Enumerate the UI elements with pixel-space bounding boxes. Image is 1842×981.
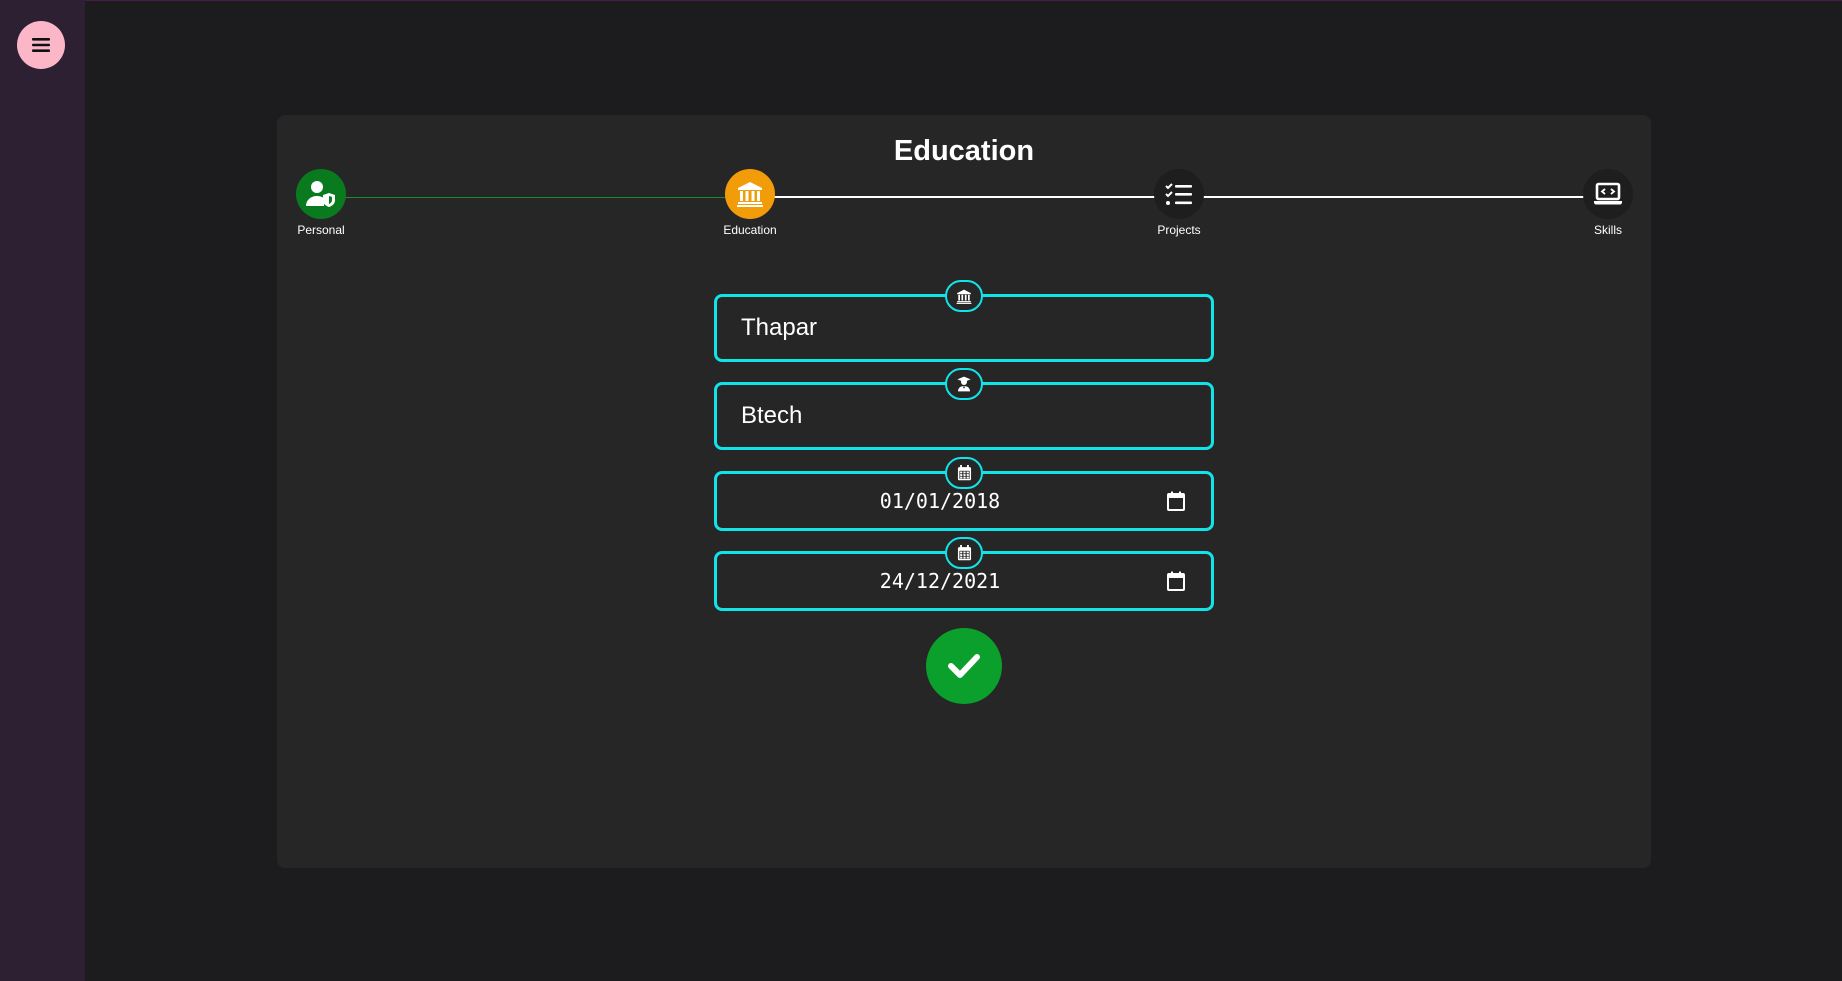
stepper-line-pending-2 bbox=[1179, 196, 1599, 198]
graduate-icon bbox=[957, 376, 971, 392]
page-title: Education bbox=[893, 135, 1035, 167]
start-date-picker-button[interactable] bbox=[1165, 490, 1187, 512]
menu-button[interactable] bbox=[17, 21, 65, 69]
sidebar bbox=[0, 0, 85, 981]
step-label-personal: Personal bbox=[297, 223, 345, 237]
start-date-value[interactable]: 01/01/2018 bbox=[717, 474, 1163, 528]
step-label-education: Education bbox=[723, 223, 777, 237]
end-date-picker-button[interactable] bbox=[1165, 570, 1187, 592]
end-date-field[interactable]: 24/12/2021 bbox=[714, 537, 1214, 611]
step-label-projects: Projects bbox=[1157, 223, 1201, 237]
submit-button[interactable] bbox=[926, 628, 1002, 704]
laptop-code-icon bbox=[1594, 182, 1622, 205]
degree-field bbox=[714, 368, 1214, 450]
institution-icon bbox=[737, 182, 763, 207]
step-projects[interactable]: Projects bbox=[1129, 169, 1229, 237]
stepper-line-completed bbox=[312, 197, 740, 198]
start-date-field[interactable]: 01/01/2018 bbox=[714, 457, 1214, 531]
step-label-skills: Skills bbox=[1593, 223, 1622, 237]
institution-icon bbox=[956, 289, 972, 304]
hamburger-icon bbox=[32, 38, 50, 52]
top-border bbox=[0, 0, 1842, 1]
end-date-value[interactable]: 24/12/2021 bbox=[717, 554, 1163, 608]
step-education-circle bbox=[725, 169, 775, 219]
calendar-icon bbox=[1167, 571, 1185, 591]
stepper-line-pending-1 bbox=[750, 196, 1169, 198]
step-projects-circle bbox=[1154, 169, 1204, 219]
degree-badge bbox=[945, 368, 983, 400]
step-personal[interactable]: Personal bbox=[271, 169, 371, 237]
calendar-icon bbox=[1167, 491, 1185, 511]
education-card: Education Personal Education Projects Sk… bbox=[277, 115, 1651, 868]
tasks-list-icon bbox=[1165, 183, 1192, 205]
step-personal-circle bbox=[296, 169, 346, 219]
check-icon bbox=[948, 654, 980, 678]
user-shield-icon bbox=[306, 181, 335, 207]
institution-field bbox=[714, 280, 1214, 362]
step-education[interactable]: Education bbox=[700, 169, 800, 237]
step-skills-circle bbox=[1583, 169, 1633, 219]
step-skills[interactable]: Skills bbox=[1558, 169, 1658, 237]
institution-badge bbox=[945, 280, 983, 312]
